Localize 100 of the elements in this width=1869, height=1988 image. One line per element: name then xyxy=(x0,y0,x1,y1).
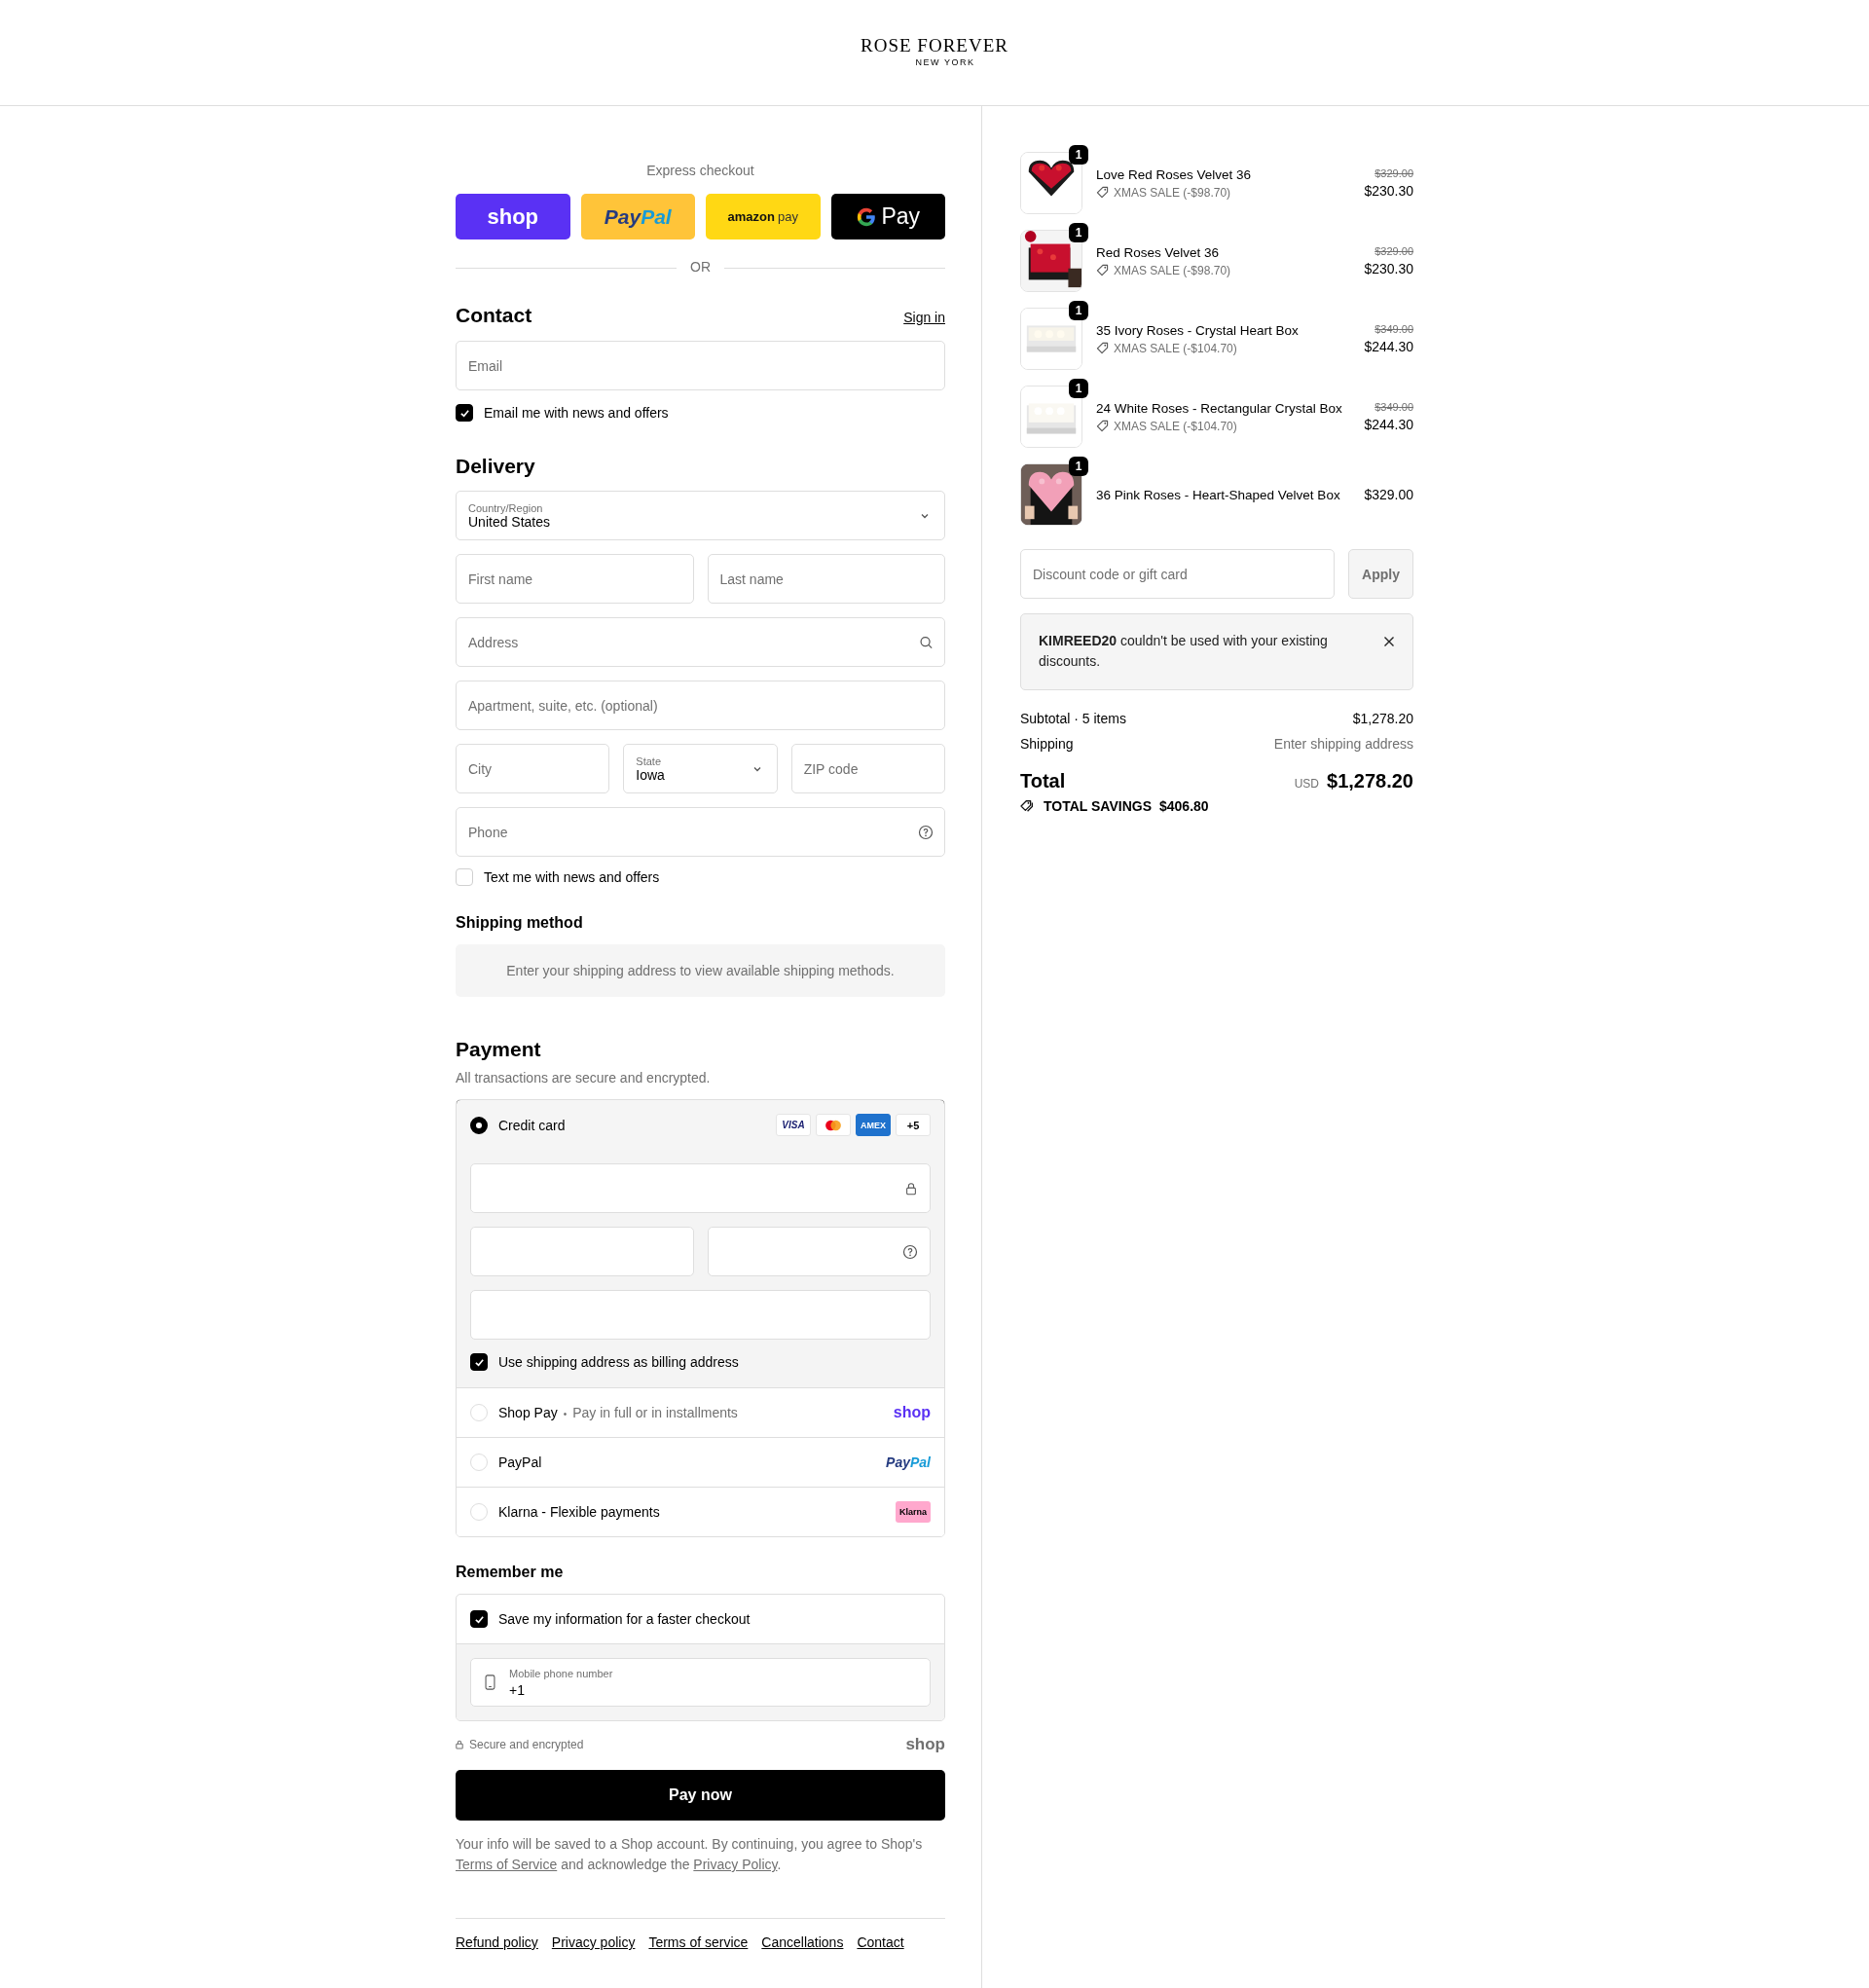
tag-icon xyxy=(1096,186,1109,199)
card-input-field[interactable] xyxy=(470,1227,694,1276)
product-name: Red Roses Velvet 36 xyxy=(1096,244,1221,260)
sign-in-link[interactable]: Sign in xyxy=(903,310,945,325)
more-cards-badge: +5 xyxy=(896,1114,931,1136)
footer-link[interactable]: Contact xyxy=(857,1934,904,1950)
quantity-badge: 1 xyxy=(1069,457,1088,476)
card-input-field[interactable] xyxy=(470,1290,931,1340)
total-value: $1,278.20 xyxy=(1327,770,1413,792)
tag-icon xyxy=(1096,264,1109,276)
payment-option[interactable]: Klarna - Flexible payments Klarna xyxy=(457,1487,944,1536)
price: $244.30 xyxy=(1364,339,1413,354)
shipping-methods-notice: Enter your shipping address to view available shipping methods. xyxy=(456,944,945,997)
checkbox[interactable] xyxy=(470,1610,488,1628)
shipping-label: Shipping xyxy=(1020,736,1074,752)
contact-heading: Contact xyxy=(456,304,532,327)
payment-heading: Payment xyxy=(456,1038,542,1061)
shop-pay-button[interactable]: shop xyxy=(456,194,570,239)
mobile-phone-field[interactable]: Mobile phone number +1 xyxy=(470,1658,931,1707)
footer-link[interactable]: Cancellations xyxy=(761,1934,844,1950)
search-icon xyxy=(919,635,934,649)
input-field[interactable]: Apartment, suite, etc. (optional) xyxy=(456,681,945,730)
secure-note: Secure and encrypted xyxy=(469,1738,584,1751)
payment-subtitle: All transactions are secure and encrypted. xyxy=(456,1070,712,1086)
brand-name[interactable]: ROSE FOREVER xyxy=(861,34,1008,56)
pay-now-button[interactable]: Pay now xyxy=(456,1770,945,1821)
checkbox[interactable] xyxy=(456,404,473,422)
phone-field[interactable]: Phone xyxy=(456,807,945,857)
tags-icon xyxy=(1020,799,1036,813)
select-field[interactable]: Country/Region United States xyxy=(456,491,945,540)
card-input-field[interactable] xyxy=(707,1227,931,1276)
price: $230.30 xyxy=(1364,183,1413,199)
subtotal-label: Subtotal · 5 items xyxy=(1020,711,1126,726)
tag-icon xyxy=(1096,342,1109,354)
discount-label: XMAS SALE (-$104.70) xyxy=(1114,419,1237,433)
amazon-pay-button[interactable]: amazon pay xyxy=(706,194,821,239)
checkbox-label: Save my information for a faster checkout xyxy=(498,1611,751,1627)
lock-icon xyxy=(456,1740,463,1749)
quantity-badge: 1 xyxy=(1069,301,1088,320)
discount-error-message: KIMREED20 couldn't be used with your existing discounts. xyxy=(1039,632,1329,671)
input-field[interactable]: ZIP code xyxy=(790,744,945,793)
checkbox[interactable] xyxy=(470,1353,488,1371)
input-field[interactable]: Last name xyxy=(707,554,945,604)
paypal-logo: PayPal xyxy=(886,1454,931,1470)
card-brand-icon xyxy=(816,1114,851,1136)
email-field[interactable]: Email xyxy=(456,341,945,390)
quantity-badge: 1 xyxy=(1069,145,1088,165)
price: $230.30 xyxy=(1364,261,1413,276)
subtotal-value: $1,278.20 xyxy=(1352,711,1413,726)
remember-me-heading: Remember me xyxy=(456,1564,565,1581)
product-name: Love Red Roses Velvet 36 xyxy=(1096,166,1253,182)
input-field[interactable]: City xyxy=(456,744,610,793)
product-name: 35 Ivory Roses - Crystal Heart Box xyxy=(1096,322,1300,338)
card-brand-logo: AMEX xyxy=(856,1114,891,1136)
product-name: 24 White Roses - Rectangular Crystal Box xyxy=(1096,400,1343,416)
or-divider-label: OR xyxy=(677,259,724,275)
checkbox-label: Text me with news and offers xyxy=(484,869,660,885)
disclaimer-text: Your info will be saved to a Shop account. By continuing, you agree to Shop's Terms of Service and acknowledge the Privacy Policy. xyxy=(456,1835,924,1874)
paypal-button[interactable]: PayPal xyxy=(580,194,695,239)
policy-link[interactable]: Terms of Service xyxy=(456,1857,558,1872)
close-icon[interactable] xyxy=(1383,636,1395,647)
original-price: $329.00 xyxy=(1374,245,1413,257)
original-price: $329.00 xyxy=(1374,167,1413,179)
check-icon xyxy=(473,1613,485,1625)
total-savings-label: TOTAL SAVINGS xyxy=(1044,798,1152,814)
shipping-value: Enter shipping address xyxy=(1273,736,1413,752)
card-brand-logo: VISA xyxy=(776,1114,811,1136)
discount-label: XMAS SALE (-$98.70) xyxy=(1114,185,1231,200)
address-field[interactable]: Address xyxy=(456,617,945,667)
help-icon xyxy=(902,1243,918,1260)
logo-icon xyxy=(856,205,878,228)
radio-button[interactable] xyxy=(470,1116,488,1134)
currency-label: USD xyxy=(1294,777,1319,791)
lock-icon xyxy=(904,1181,918,1196)
quantity-badge: 1 xyxy=(1069,379,1088,398)
discount-label: XMAS SALE (-$104.70) xyxy=(1114,341,1237,355)
product-name: 36 Pink Roses - Heart-Shaped Velvet Box xyxy=(1096,487,1341,502)
shop-pay-logo: shop xyxy=(893,1404,931,1421)
phone-icon xyxy=(485,1675,495,1690)
footer-link[interactable]: Privacy policy xyxy=(551,1934,636,1950)
select-field[interactable]: State Iowa xyxy=(623,744,778,793)
original-price: $349.00 xyxy=(1374,401,1413,413)
check-icon xyxy=(458,407,470,419)
brand-location: NEW YORK xyxy=(915,56,975,67)
shop-logo: shop xyxy=(905,1735,945,1754)
express-checkout-title: Express checkout xyxy=(646,163,754,178)
price: $329.00 xyxy=(1364,487,1413,502)
card-input-field[interactable] xyxy=(470,1163,931,1213)
check-icon xyxy=(473,1356,485,1368)
total-label: Total xyxy=(1020,770,1066,792)
input-field[interactable]: First name xyxy=(456,554,694,604)
checkbox-label: Email me with news and offers xyxy=(484,405,669,421)
checkbox-label: Use shipping address as billing address xyxy=(498,1354,739,1370)
google-pay-button[interactable]: Pay xyxy=(830,194,945,239)
discount-label: XMAS SALE (-$98.70) xyxy=(1114,263,1231,277)
footer-link[interactable]: Refund policy xyxy=(456,1934,538,1950)
footer-link[interactable]: Terms of service xyxy=(648,1934,749,1950)
total-savings-value: $406.80 xyxy=(1159,798,1209,814)
payment-option[interactable]: Credit card VISA AMEX +5 xyxy=(457,1100,944,1151)
original-price: $349.00 xyxy=(1374,323,1413,335)
